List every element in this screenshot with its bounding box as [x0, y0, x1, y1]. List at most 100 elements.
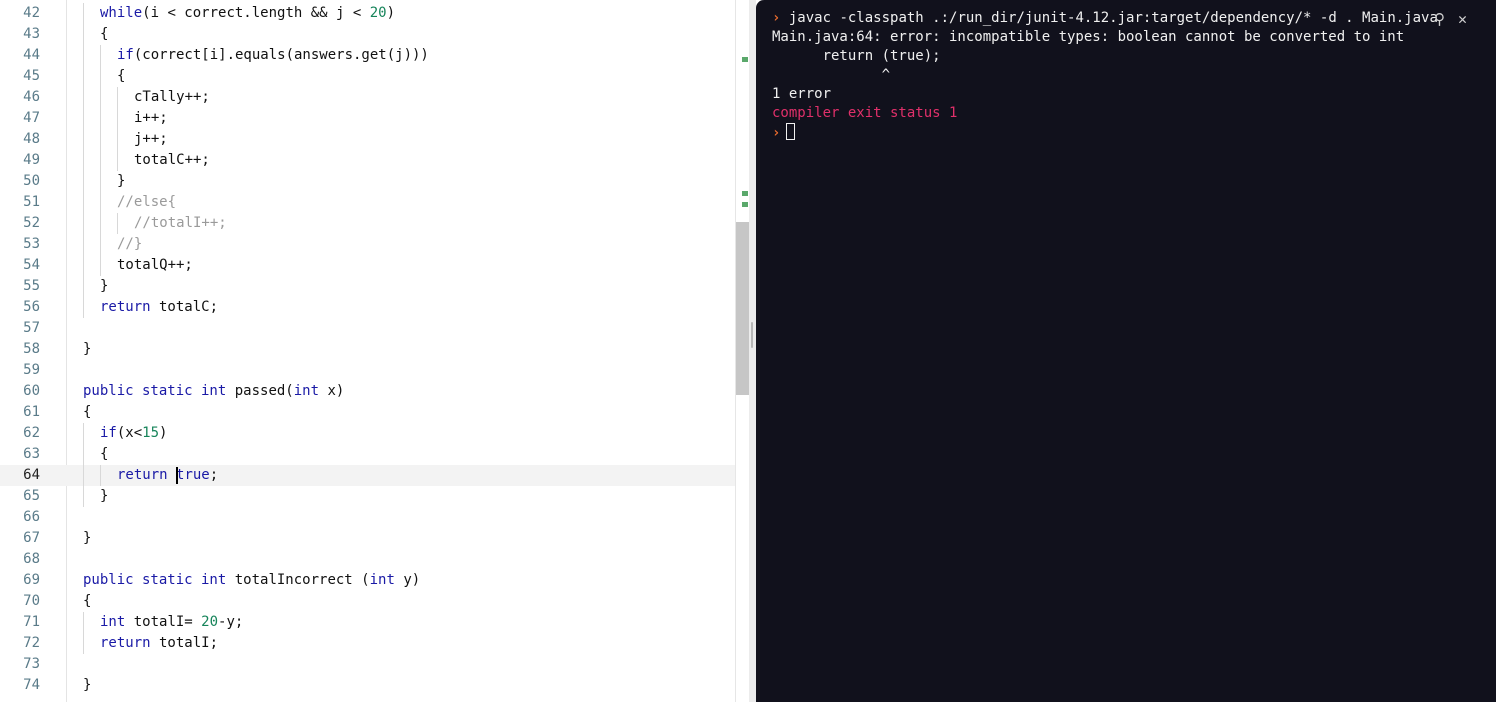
code-line[interactable]: 46 cTally++; [0, 87, 735, 108]
code-line[interactable]: 61 { [0, 402, 735, 423]
code-text: while(i < correct.length && j < 20) [100, 5, 396, 21]
code-text: //} [117, 236, 143, 252]
code-line[interactable]: 70 { [0, 591, 735, 612]
close-icon[interactable]: ✕ [1458, 10, 1467, 28]
code-text: //else{ [117, 194, 177, 210]
indent-guide [83, 612, 84, 633]
line-number: 49 [23, 152, 40, 168]
line-number: 70 [23, 593, 40, 609]
code-line[interactable]: 53 //} [0, 234, 735, 255]
code-text: public static int passed(int x) [83, 383, 345, 399]
indent-guide [83, 150, 84, 171]
code-text: { [117, 68, 126, 84]
code-text: int totalI= 20-y; [100, 614, 244, 630]
code-text: } [100, 488, 109, 504]
indent-guide [83, 45, 84, 66]
line-number: 42 [23, 5, 40, 21]
code-text: return totalI; [100, 635, 219, 651]
code-text: { [83, 593, 92, 609]
indent-guide [83, 255, 84, 276]
line-number: 61 [23, 404, 40, 420]
code-line[interactable]: 49 totalC++; [0, 150, 735, 171]
code-line[interactable]: 50} [0, 171, 735, 192]
code-text: j++; [134, 131, 168, 147]
code-line[interactable]: 43 { [0, 24, 735, 45]
resize-grip-icon [751, 322, 753, 348]
line-number: 55 [23, 278, 40, 294]
code-line[interactable]: 71 int totalI= 20-y; [0, 612, 735, 633]
code-line[interactable]: 42 while(i < correct.length && j < 20) [0, 3, 735, 24]
editor-scrollbar[interactable] [735, 0, 750, 702]
pane-resize-handle[interactable] [749, 0, 756, 702]
code-line[interactable]: 68 [0, 549, 735, 570]
indent-guide [100, 213, 101, 234]
input-line[interactable]: › [772, 123, 796, 143]
line-number: 50 [23, 173, 40, 189]
code-line[interactable]: 56 return totalC; [0, 297, 735, 318]
code-line[interactable]: 62 if(x<15) [0, 423, 735, 444]
scrollbar-thumb[interactable] [736, 222, 749, 395]
line-number: 71 [23, 614, 40, 630]
line-number: 68 [23, 551, 40, 567]
indent-guide [83, 423, 84, 444]
code-line[interactable]: 48 j++; [0, 129, 735, 150]
indent-guide [83, 24, 84, 45]
terminal-cursor [786, 123, 796, 140]
code-text: //totalI++; [134, 215, 227, 231]
output-line: Main.java:64: error: incompatible types:… [772, 29, 1405, 45]
code-line[interactable]: 51 //else{ [0, 192, 735, 213]
code-text: return totalC; [100, 299, 219, 315]
code-line[interactable]: 55} [0, 276, 735, 297]
indent-guide [100, 108, 101, 129]
code-line[interactable]: 64 return true; [0, 465, 735, 486]
code-line[interactable]: 73 [0, 654, 735, 675]
line-number: 74 [23, 677, 40, 693]
indent-guide [83, 87, 84, 108]
line-number: 59 [23, 362, 40, 378]
code-line[interactable]: 58} [0, 339, 735, 360]
indent-guide [83, 633, 84, 654]
line-number: 65 [23, 488, 40, 504]
console-panel[interactable]: › javac -classpath .:/run_dir/junit-4.12… [756, 0, 1496, 702]
code-text: totalC++; [134, 152, 210, 168]
indent-guide [100, 255, 101, 276]
indent-guide [83, 66, 84, 87]
code-line[interactable]: 47 i++; [0, 108, 735, 129]
search-icon[interactable]: ⚲ [1434, 10, 1445, 28]
command-line: › javac -classpath .:/run_dir/junit-4.12… [772, 9, 1438, 28]
code-line[interactable]: 60 public static int passed(int x) [0, 381, 735, 402]
code-line[interactable]: 67} [0, 528, 735, 549]
code-line[interactable]: 52 //totalI++; [0, 213, 735, 234]
code-text: public static int totalIncorrect (int y) [83, 572, 421, 588]
text-cursor [176, 467, 178, 484]
code-editor[interactable]: 42 while(i < correct.length && j < 20) 43 {… [0, 0, 735, 702]
code-line[interactable]: 72 return totalI; [0, 633, 735, 654]
code-line[interactable]: 59 [0, 360, 735, 381]
prompt-icon: › [772, 10, 781, 26]
line-number: 63 [23, 446, 40, 462]
change-marker [742, 191, 748, 196]
line-number: 64 [23, 467, 40, 483]
code-text: } [100, 278, 109, 294]
line-number: 73 [23, 656, 40, 672]
code-line[interactable]: 74} [0, 675, 735, 696]
code-line[interactable]: 65} [0, 486, 735, 507]
code-line[interactable]: 63 { [0, 444, 735, 465]
line-number: 47 [23, 110, 40, 126]
line-number: 46 [23, 89, 40, 105]
code-line[interactable]: 57 [0, 318, 735, 339]
code-text: { [100, 26, 109, 42]
code-line[interactable]: 69 public static int totalIncorrect (int … [0, 570, 735, 591]
code-text: } [83, 341, 92, 357]
code-line[interactable]: 66 [0, 507, 735, 528]
line-number: 43 [23, 26, 40, 42]
line-number: 69 [23, 572, 40, 588]
code-line[interactable]: 45 { [0, 66, 735, 87]
indent-guide [100, 465, 101, 486]
code-line[interactable]: 44 if(correct[i].equals(answers.get(j))) [0, 45, 735, 66]
indent-guide [100, 192, 101, 213]
code-text: if(correct[i].equals(answers.get(j))) [117, 47, 429, 63]
line-number: 58 [23, 341, 40, 357]
code-line[interactable]: 54 totalQ++; [0, 255, 735, 276]
change-marker [742, 202, 748, 207]
